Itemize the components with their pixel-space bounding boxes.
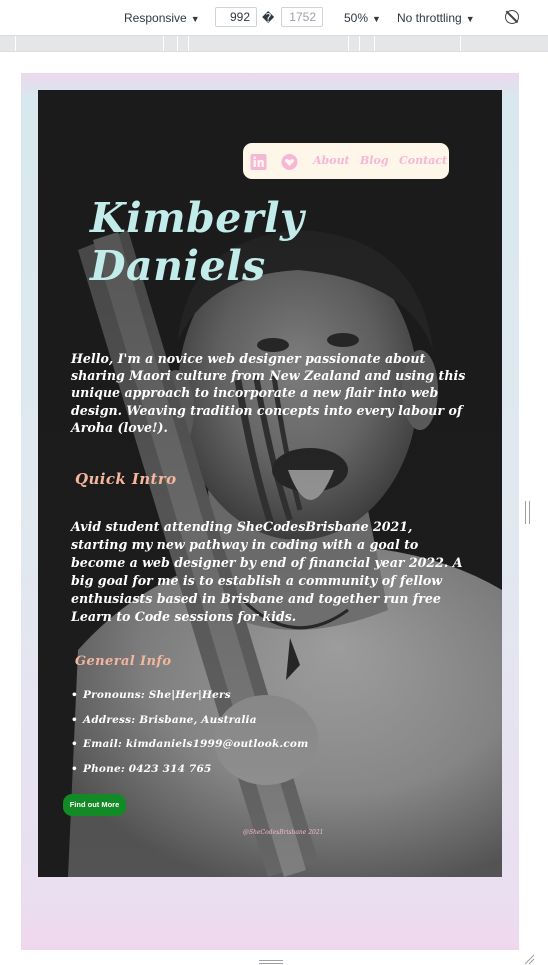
hero-name-last: Daniels bbox=[90, 242, 266, 290]
quick-intro-paragraph: Avid student attending SheCodesBrisbane … bbox=[71, 519, 463, 624]
media-query-ruler[interactable] bbox=[0, 36, 548, 52]
general-info-list: • Pronouns: She|Her|Hers • Address: Brisba… bbox=[71, 688, 471, 786]
info-phone: Phone: 0423 314 765 bbox=[83, 762, 212, 775]
linkedin-icon[interactable] bbox=[250, 154, 267, 170]
find-out-more-button[interactable]: Find out More bbox=[63, 794, 126, 816]
ruler-tick bbox=[15, 36, 16, 51]
emulated-page: About Blog Contact Kimberly Daniels Hell… bbox=[38, 90, 502, 877]
ruler-segment bbox=[0, 36, 548, 51]
ruler-tick bbox=[188, 36, 189, 51]
rotate-icon[interactable] bbox=[505, 10, 519, 24]
page-content: About Blog Contact Kimberly Daniels Hell… bbox=[38, 90, 502, 877]
list-item: • Email: kimdaniels1999@outlook.com bbox=[71, 737, 471, 762]
info-address: Address: Brisbane, Australia bbox=[83, 713, 257, 726]
height-input[interactable]: 1752 bbox=[281, 7, 323, 27]
dimension-separator: � bbox=[262, 11, 275, 25]
ruler-tick bbox=[177, 36, 178, 51]
heart-icon[interactable] bbox=[281, 154, 298, 170]
caret-down-icon: ▼ bbox=[372, 14, 381, 24]
info-pronouns: Pronouns: She|Her|Hers bbox=[83, 689, 231, 701]
info-email: Email: kimdaniels1999@outlook.com bbox=[83, 738, 309, 750]
nav-link-contact[interactable]: Contact bbox=[399, 154, 447, 167]
device-toolbar: Responsive ▼ 992 � 1752 50% ▼ No throttlin… bbox=[0, 0, 548, 36]
bio-paragraph: Hello, I'm a novice web designer passion… bbox=[71, 351, 466, 435]
top-nav: About Blog Contact bbox=[243, 143, 449, 179]
width-input[interactable]: 992 bbox=[215, 7, 257, 27]
ruler-tick bbox=[348, 36, 349, 51]
resize-handle-bottom[interactable] bbox=[259, 960, 283, 964]
caret-down-icon: ▼ bbox=[465, 14, 475, 24]
footer-text: @SheCodesBrisbane 2021 bbox=[243, 829, 324, 836]
hero-name: Kimberly Daniels bbox=[90, 194, 330, 290]
caret-down-icon: ▼ bbox=[190, 14, 200, 24]
zoom-label: 50% bbox=[344, 11, 369, 25]
zoom-dropdown[interactable]: 50% ▼ bbox=[344, 9, 381, 27]
quick-intro-title: Quick Intro bbox=[75, 470, 177, 488]
bullet-icon: • bbox=[71, 762, 78, 775]
throttling-dropdown[interactable]: No throttling ▼ bbox=[397, 9, 475, 27]
nav-link-blog[interactable]: Blog bbox=[360, 154, 389, 167]
ruler-tick bbox=[460, 36, 461, 51]
bullet-icon: • bbox=[71, 689, 78, 701]
resize-handle-corner[interactable] bbox=[523, 953, 535, 965]
list-item: • Pronouns: She|Her|Hers bbox=[71, 688, 471, 713]
bullet-icon: • bbox=[71, 738, 78, 750]
list-item: • Phone: 0423 314 765 bbox=[71, 762, 471, 787]
device-mode-dropdown[interactable]: Responsive ▼ bbox=[124, 9, 200, 27]
ruler-tick bbox=[359, 36, 360, 51]
nav-link-about[interactable]: About bbox=[313, 154, 350, 167]
throttling-label: No throttling bbox=[397, 11, 462, 25]
general-info-title: General Info bbox=[75, 654, 172, 669]
hero-name-first: Kimberly bbox=[90, 194, 305, 242]
list-item: • Address: Brisbane, Australia bbox=[71, 713, 471, 738]
device-mode-label: Responsive bbox=[124, 11, 187, 25]
resize-handle-right[interactable] bbox=[525, 501, 530, 524]
bullet-icon: • bbox=[71, 713, 78, 726]
ruler-tick bbox=[163, 36, 164, 51]
ruler-tick bbox=[374, 36, 375, 51]
